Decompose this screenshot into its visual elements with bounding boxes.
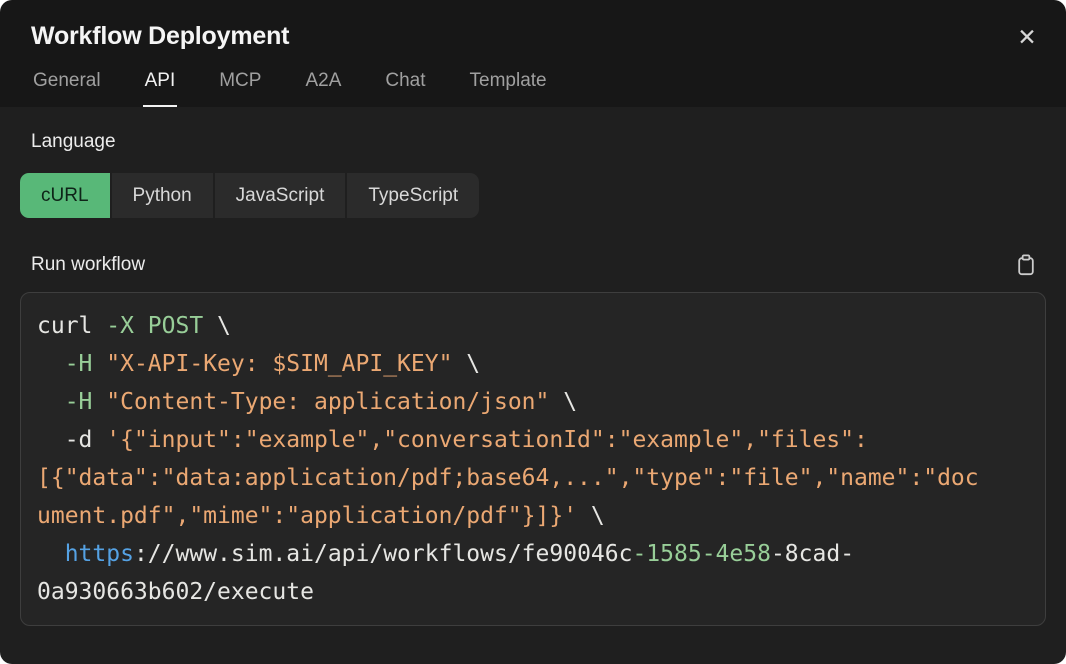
run-workflow-row: Run workflow — [20, 254, 1046, 276]
tab-general[interactable]: General — [31, 70, 103, 107]
language-option-typescript[interactable]: TypeScript — [347, 173, 479, 218]
dialog-header: Workflow Deployment ✕ General API MCP A2A Ch… — [0, 0, 1066, 107]
language-option-javascript[interactable]: JavaScript — [215, 173, 346, 218]
title-row: Workflow Deployment ✕ — [31, 22, 1044, 54]
code-line: -H "Content-Type: application/json" \ — [37, 383, 1029, 421]
language-selector: cURLPythonJavaScriptTypeScript — [20, 173, 1046, 218]
tab-bar: General API MCP A2A Chat Template — [31, 70, 1044, 107]
language-label: Language — [31, 131, 1046, 153]
clipboard-icon — [1016, 254, 1036, 276]
copy-button[interactable] — [1016, 254, 1036, 276]
language-option-curl[interactable]: cURL — [20, 173, 110, 218]
tab-api[interactable]: API — [143, 70, 178, 107]
code-line: [{"data":"data:application/pdf;base64,..… — [37, 459, 1029, 497]
tab-mcp[interactable]: MCP — [217, 70, 263, 107]
tab-template[interactable]: Template — [468, 70, 549, 107]
language-option-python[interactable]: Python — [112, 173, 213, 218]
code-line: https://www.sim.ai/api/workflows/fe90046… — [37, 535, 1029, 573]
code-line: -H "X-API-Key: $SIM_API_KEY" \ — [37, 345, 1029, 383]
workflow-deployment-dialog: Workflow Deployment ✕ General API MCP A2A Ch… — [0, 0, 1066, 664]
code-line: -d '{"input":"example","conversationId":… — [37, 421, 1029, 459]
close-button[interactable]: ✕ — [1010, 20, 1044, 54]
tab-a2a[interactable]: A2A — [303, 70, 343, 107]
tab-chat[interactable]: Chat — [383, 70, 427, 107]
dialog-title: Workflow Deployment — [31, 22, 289, 51]
code-line: 0a930663b602/execute — [37, 573, 1029, 611]
code-line: ument.pdf","mime":"application/pdf"}]}' … — [37, 497, 1029, 535]
close-icon: ✕ — [1017, 24, 1036, 50]
dialog-content: Language cURLPythonJavaScriptTypeScript … — [0, 107, 1066, 664]
code-line: curl -X POST \ — [37, 307, 1029, 345]
code-block[interactable]: curl -X POST \ -H "X-API-Key: $SIM_API_K… — [20, 292, 1046, 626]
run-workflow-label: Run workflow — [31, 254, 145, 276]
